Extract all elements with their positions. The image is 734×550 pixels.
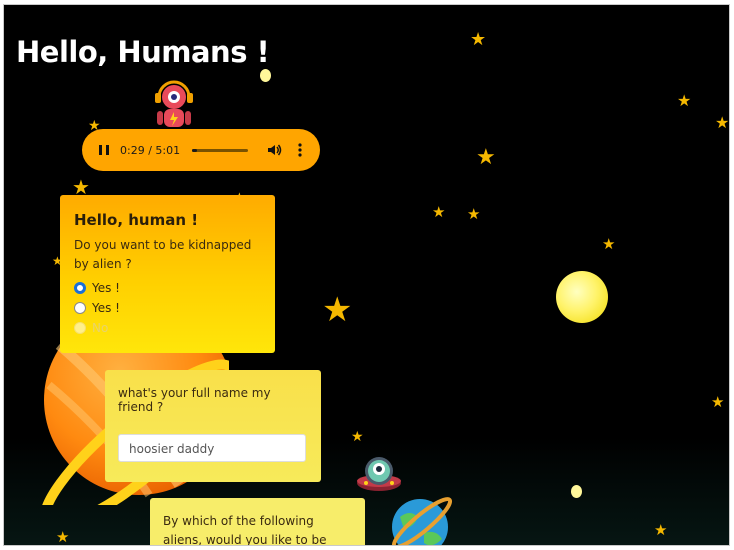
- earth-planet-icon: [391, 497, 453, 545]
- audio-player[interactable]: 0:29 / 5:01: [82, 129, 320, 171]
- alien-question-text: By which of the following aliens, would …: [163, 514, 327, 546]
- radio-option-yes-2[interactable]: Yes !: [74, 298, 261, 318]
- kidnap-question-card: Hello, human ! Do you want to be kidnapp…: [60, 195, 275, 353]
- audio-progress-fill: [192, 148, 198, 152]
- star-icon: ★: [677, 91, 692, 110]
- radio-button[interactable]: [74, 302, 86, 314]
- name-question-card: what's your full name my friend ? hoosie…: [105, 370, 321, 482]
- full-name-input[interactable]: hoosier daddy: [118, 434, 306, 462]
- page-canvas: ★ ★ ★ ★ ★ ★ ★ ★ ★ ★ ★ ★ ★ ★ ★ ★: [3, 4, 730, 546]
- star-icon: ★: [56, 528, 70, 546]
- volume-icon[interactable]: [266, 142, 282, 158]
- card-heading: Hello, human !: [74, 211, 199, 229]
- page-title: Hello, Humans !: [16, 35, 270, 69]
- star-icon: ★: [476, 145, 496, 170]
- radio-button-checked[interactable]: [74, 282, 86, 294]
- radio-label[interactable]: Yes !: [92, 301, 120, 315]
- star-icon: ★: [470, 29, 487, 50]
- radio-label[interactable]: Yes !: [92, 281, 120, 295]
- robot-icon: [155, 80, 193, 127]
- pause-icon[interactable]: [96, 142, 112, 158]
- name-question-text: what's your full name my friend ?: [118, 386, 271, 414]
- kidnap-question-text: Do you want to be kidnapped by alien ?: [74, 238, 252, 271]
- star-icon: ★: [72, 175, 90, 199]
- star-icon: ★: [602, 235, 616, 253]
- star-icon: ★: [654, 521, 668, 539]
- star-icon: ★: [715, 113, 730, 132]
- radio-option-no: No: [74, 318, 261, 338]
- star-icon: ★: [467, 205, 481, 223]
- small-moon-icon: [260, 69, 271, 82]
- audio-progress-slider[interactable]: [192, 148, 248, 152]
- radio-button-disabled: [74, 322, 86, 334]
- star-icon: ★: [351, 429, 364, 445]
- radio-label-disabled: No: [92, 321, 109, 335]
- star-icon: ★: [711, 393, 725, 411]
- small-moon-icon: [571, 485, 582, 498]
- radio-option-yes-1[interactable]: Yes !: [74, 278, 261, 298]
- star-icon: ★: [432, 203, 446, 221]
- more-vert-icon[interactable]: [294, 142, 306, 158]
- sun-icon: [556, 271, 608, 323]
- ufo-alien-icon: [357, 457, 401, 491]
- audio-time: 0:29 / 5:01: [120, 143, 181, 157]
- star-icon: ★: [322, 290, 353, 330]
- alien-choice-card: By which of the following aliens, would …: [150, 498, 365, 546]
